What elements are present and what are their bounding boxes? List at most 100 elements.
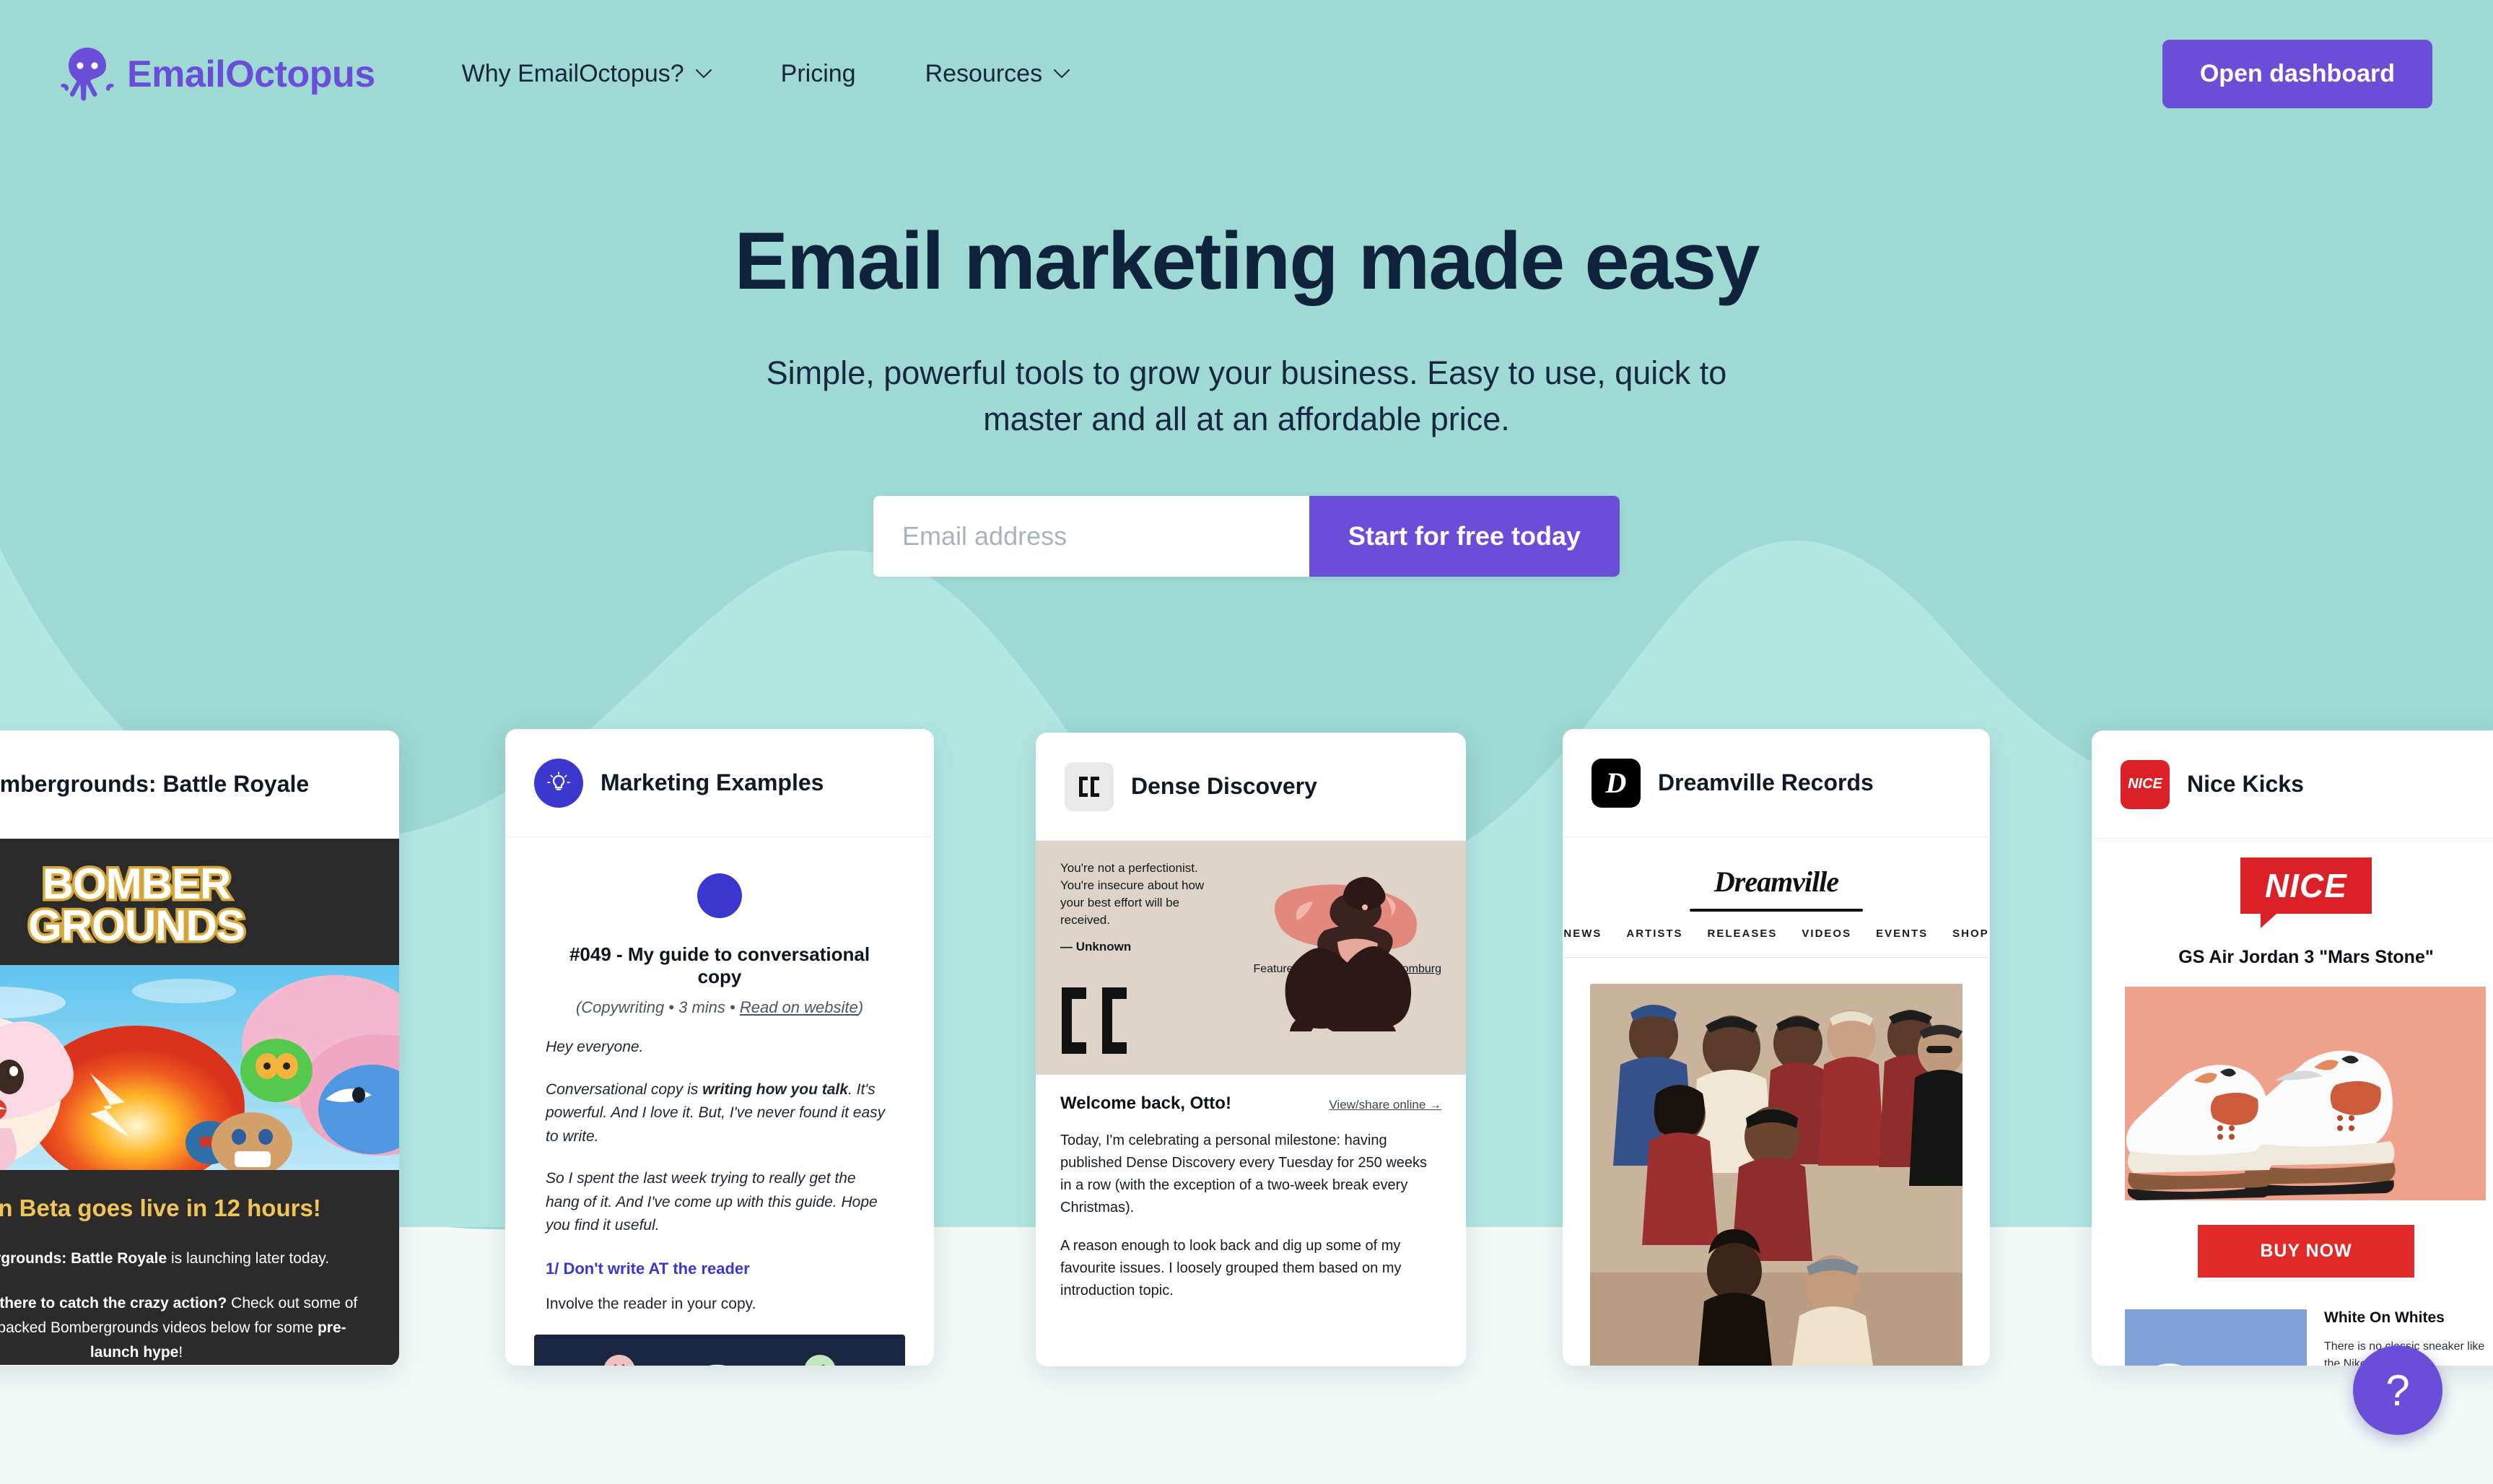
bombergrounds-key-art <box>0 965 399 1171</box>
para2-bold: Will you be there to catch the crazy act… <box>0 1295 227 1312</box>
featured-artwork <box>1274 876 1417 1031</box>
nav-label: Pricing <box>780 60 856 87</box>
check-icon: ✓ <box>804 1354 836 1366</box>
nav-shop[interactable]: SHOP <box>1952 928 1989 940</box>
card-header: BOMBER GROUNDS Bombergrounds: Battle Roy… <box>0 730 399 839</box>
dense-discovery-main: Welcome back, Otto! View/share online → … <box>1036 1074 1466 1302</box>
group-photo-illustration <box>1590 984 1962 1366</box>
bombergrounds-wordmark: BOMBER GROUNDS <box>0 839 399 965</box>
dreamville-wordmark: Dreamville <box>1713 865 1839 898</box>
meta-prefix: (Copywriting • 3 mins • <box>575 998 740 1016</box>
dd-large-monogram <box>1062 987 1127 1054</box>
bombergrounds-copy: Open Beta goes live in 12 hours! Bomberg… <box>0 1170 399 1365</box>
octopus-eye-left <box>77 61 84 69</box>
email-card-nice-kicks[interactable]: NICE Nice Kicks NICE GS Air Jordan 3 "Ma… <box>2092 730 2493 1366</box>
welcome-row: Welcome back, Otto! View/share online → <box>1060 1094 1441 1114</box>
nice-kicks-logo-icon: NICE <box>2121 759 2170 809</box>
card-title: Dreamville Records <box>1658 769 1874 795</box>
nav-item-pricing[interactable]: Pricing <box>746 60 891 88</box>
read-on-website-link[interactable]: Read on website <box>740 998 858 1016</box>
issue-meta: (Copywriting • 3 mins • Read on website) <box>546 998 894 1017</box>
nice-logo-text: NICE <box>2128 776 2162 792</box>
brand-name: EmailOctopus <box>127 53 375 95</box>
email-card-bombergrounds[interactable]: BOMBER GROUNDS Bombergrounds: Battle Roy… <box>0 730 399 1366</box>
open-dashboard-button[interactable]: Open dashboard <box>2162 40 2432 108</box>
white-sneakers-photo <box>2125 1309 2307 1366</box>
para2-end: ! <box>178 1344 183 1361</box>
view-share-online-link[interactable]: View/share online → <box>1329 1098 1441 1112</box>
wordmark-line-1: BOMBER <box>40 860 234 908</box>
secondary-title: White On Whites <box>2324 1309 2445 1326</box>
card-header: D Dreamville Records <box>1563 729 1990 837</box>
email-card-marketing-examples[interactable]: Marketing Examples #049 - My guide to co… <box>505 729 934 1366</box>
paragraph-2: A reason enough to look back and dig up … <box>1060 1237 1402 1298</box>
card-header: NICE Nice Kicks <box>2092 730 2493 839</box>
lightbulb-icon <box>697 873 742 918</box>
p1-a: Conversational copy is <box>546 1081 703 1098</box>
dense-discovery-hero: You're not a perfectionist. You're insec… <box>1036 841 1466 1075</box>
wordmark-line-2: GROUNDS <box>26 901 248 950</box>
welcome-text: Welcome back, Otto! <box>1060 1093 1231 1113</box>
email-card-dreamville-records[interactable]: D Dreamville Records Dreamville NEWS ART… <box>1563 729 1990 1366</box>
nav-label: Resources <box>925 60 1043 87</box>
card-header: Dense Discovery <box>1036 733 1466 841</box>
help-button[interactable]: ? <box>2353 1345 2442 1435</box>
dreamville-group-photo <box>1590 984 1962 1366</box>
nav-artists[interactable]: ARTISTS <box>1626 928 1682 940</box>
secondary-story: White On Whites There is no classic snea… <box>2125 1309 2487 1366</box>
nav-videos[interactable]: VIDEOS <box>1802 928 1851 940</box>
bombergrounds-headline: Open Beta goes live in 12 hours! <box>0 1195 321 1222</box>
nav-label: Why EmailOctopus? <box>461 60 684 87</box>
main-navigation: Why EmailOctopus? Pricing Resources <box>427 60 1104 88</box>
tweet-verdict-icons: ✕ ✓ <box>549 1350 891 1366</box>
octopus-logo-icon <box>61 47 114 101</box>
dd-monogram <box>1079 776 1099 797</box>
bombergrounds-paragraph-1: Bombergrounds: Battle Royale is launchin… <box>0 1247 366 1271</box>
card-title: Nice Kicks <box>2187 771 2304 797</box>
paragraph-2: So I spent the last week trying to reall… <box>546 1170 878 1234</box>
email-card-dense-discovery[interactable]: Dense Discovery You're not a perfectioni… <box>1036 733 1466 1366</box>
octopus-eye-right <box>91 61 98 69</box>
dreamville-monogram: D <box>1605 767 1627 799</box>
nav-events[interactable]: EVENTS <box>1876 928 1928 940</box>
card-title: Bombergrounds: Battle Royale <box>0 771 310 797</box>
paragraph-3: Involve the reader in your copy. <box>546 1295 756 1312</box>
issue-title: #049 - My guide to conversational copy <box>569 943 870 987</box>
tweet-comparison: ✕ ✓ A <box>534 1334 905 1366</box>
arrow-right-icon <box>709 1364 726 1366</box>
product-name: GS Air Jordan 3 "Mars Stone" <box>2178 947 2434 967</box>
chevron-down-icon <box>1054 69 1070 79</box>
p1-b: writing how you talk <box>702 1081 848 1098</box>
card-body: Dreamville NEWS ARTISTS RELEASES VIDEOS … <box>1563 837 1990 1366</box>
dreamville-email-nav: NEWS ARTISTS RELEASES VIDEOS EVENTS SHOP <box>1563 912 1990 958</box>
site-header: EmailOctopus Why EmailOctopus? Pricing R… <box>0 0 2493 148</box>
card-title: Dense Discovery <box>1131 773 1317 799</box>
meta-suffix: ) <box>857 998 864 1016</box>
card-title: Marketing Examples <box>601 769 824 795</box>
nav-item-why-emailoctopus[interactable]: Why EmailOctopus? <box>427 60 746 88</box>
greeting: Hey everyone. <box>546 1039 644 1055</box>
section-heading: 1/ Don't write AT the reader <box>546 1259 750 1278</box>
quote-text: You're not a perfectionist. You're insec… <box>1060 861 1205 928</box>
email-hero-icon <box>546 863 894 922</box>
nav-releases[interactable]: RELEASES <box>1708 928 1778 940</box>
nice-badge: NICE <box>2240 857 2372 928</box>
buy-now-button[interactable]: BUY NOW <box>2198 1225 2414 1278</box>
nav-item-resources[interactable]: Resources <box>891 60 1105 88</box>
para1-bold: Bombergrounds: Battle Royale <box>0 1250 167 1267</box>
paragraph-1: Conversational copy is writing how you t… <box>546 1078 894 1149</box>
para1-rest: is launching later today. <box>167 1250 330 1267</box>
lightbulb-icon <box>534 758 583 808</box>
dense-discovery-logo-icon <box>1065 761 1114 811</box>
chevron-down-icon <box>695 69 712 79</box>
dreamville-logo-icon: D <box>1592 758 1641 808</box>
card-body: NICE GS Air Jordan 3 "Mars Stone" BUY NO… <box>2092 839 2493 1366</box>
card-body: You're not a perfectionist. You're insec… <box>1036 841 1466 1302</box>
card-body: #049 - My guide to conversational copy (… <box>505 837 934 1366</box>
cross-icon: ✕ <box>603 1354 635 1366</box>
paragraph-1: Today, I'm celebrating a personal milest… <box>1060 1132 1428 1215</box>
brand-logo-link[interactable]: EmailOctopus <box>61 45 375 103</box>
card-body: BOMBER GROUNDS n Beta goes live in 12 ho… <box>0 839 399 1366</box>
nav-news[interactable]: NEWS <box>1563 928 1602 940</box>
product-photo-air-jordan <box>2125 987 2486 1200</box>
